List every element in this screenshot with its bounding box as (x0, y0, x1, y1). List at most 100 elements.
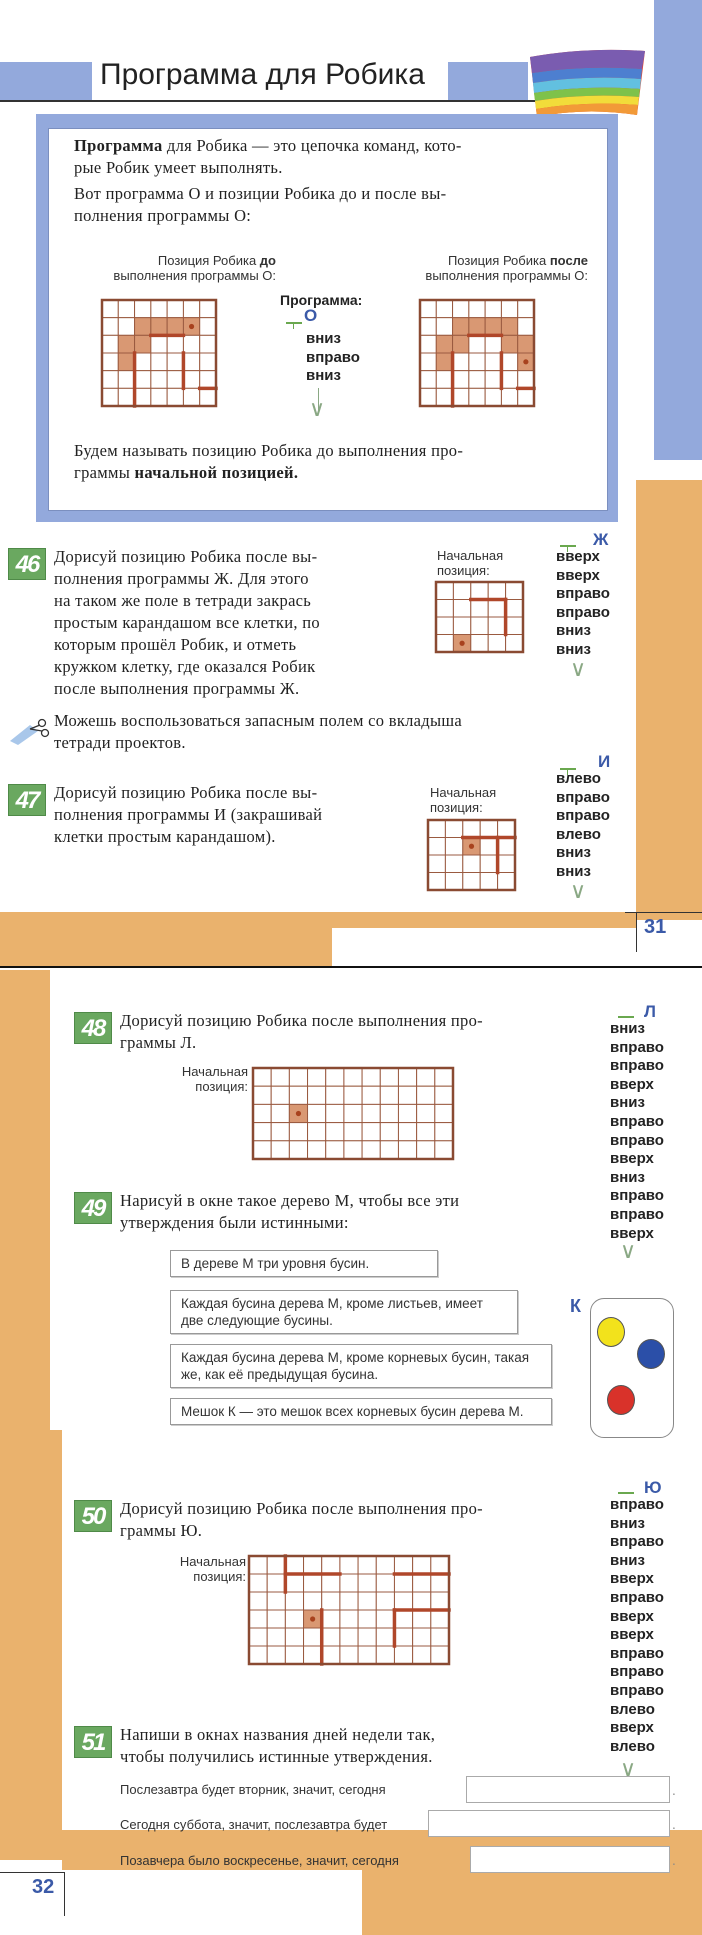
program-command: вверх (610, 1626, 654, 1644)
grid-cell-filled (150, 317, 168, 336)
program-command: вверх (610, 1570, 654, 1588)
grid-cell (452, 370, 470, 389)
grid-cell (321, 1591, 341, 1611)
grid-cell (419, 370, 437, 389)
grid-cell (393, 1627, 414, 1647)
program-start-tick (293, 322, 294, 329)
grid-cell (101, 299, 119, 319)
grid-cell (307, 1140, 327, 1160)
task-47-text: Дорисуй позицию Робика после вы-полнения… (54, 782, 429, 848)
grid-after-program-o (418, 298, 536, 408)
robot-marker (188, 323, 195, 330)
text-line: клетки простым карандашом). (54, 827, 276, 846)
grid-cell (101, 370, 119, 389)
start-position-label: Начальная позиция: (430, 785, 497, 815)
program-command: вправо (610, 1057, 664, 1075)
grid-cell (266, 1645, 286, 1665)
grid-cell (325, 1103, 345, 1124)
program-start-tick (286, 322, 302, 324)
grid-cell (435, 387, 454, 407)
arrow-down-icon: ∨ (570, 657, 587, 682)
grid-cell (419, 317, 437, 336)
grid-cell (325, 1085, 345, 1105)
program-command: вправо (306, 348, 360, 366)
grid-cell (505, 599, 524, 618)
grid-cell (303, 1573, 323, 1593)
answer-input-1[interactable] (466, 1776, 670, 1803)
grid-cell (166, 334, 184, 354)
bag-k[interactable] (590, 1298, 674, 1438)
arrow-down-icon: ∨ (620, 1239, 637, 1264)
grid-cell (303, 1645, 323, 1665)
grid-cell (284, 1609, 305, 1629)
rainbow-icon (530, 49, 645, 117)
grid-cell (325, 1067, 345, 1087)
grid-cell (487, 599, 507, 618)
grid-cell (412, 1645, 432, 1665)
program-name: Ж (593, 530, 609, 549)
bead-blue (637, 1339, 665, 1369)
grid-cell (435, 317, 454, 336)
grid-task-48 (251, 1066, 455, 1161)
grid-cell (452, 299, 470, 319)
program-command: вправо (556, 788, 610, 806)
grid-cell (252, 1140, 272, 1160)
grid-cell (117, 387, 136, 407)
grid-cell (375, 1609, 395, 1629)
grid-cell (339, 1555, 359, 1575)
grid-cell (321, 1645, 341, 1665)
grid-cell (270, 1122, 290, 1142)
grid-cell (427, 854, 446, 873)
program-command: влево (556, 825, 601, 843)
grid-cell (307, 1103, 327, 1124)
grid-cell (479, 872, 499, 891)
bag-label: К (570, 1296, 581, 1316)
grid-cell (288, 1085, 309, 1105)
grid-cell (182, 334, 201, 354)
after-position-label: Позиция Робика после выполнения программ… (425, 253, 588, 283)
grid-cell (435, 634, 454, 653)
program-name: Л (644, 1002, 656, 1021)
page-number-rule (64, 1872, 65, 1916)
grid-cell (479, 837, 499, 856)
grid-cell (462, 854, 481, 873)
answer-input-3[interactable] (470, 1846, 670, 1873)
program-command: вверх (610, 1075, 654, 1093)
grid-cell (339, 1609, 359, 1629)
grid-cell (134, 352, 152, 372)
grid-cell (434, 1103, 454, 1124)
grid-cell (199, 334, 217, 354)
text-line: полнения программы И (закрашивай (54, 805, 323, 824)
grid-cell (462, 872, 481, 891)
program-command: вниз (556, 622, 591, 640)
grid-cell (416, 1122, 436, 1142)
grid-cell (427, 837, 446, 856)
decor-orange-strip (636, 480, 702, 920)
arrow-down-icon: ∨ (570, 879, 587, 904)
grid-cell (393, 1609, 414, 1629)
answer-input-2[interactable] (428, 1810, 670, 1837)
decor-title-bar (448, 62, 528, 100)
grid-cell (435, 599, 454, 618)
grid-cell-filled (500, 317, 519, 336)
grid-cell (270, 1085, 290, 1105)
grid-cell (412, 1627, 432, 1647)
grid-cell (430, 1627, 450, 1647)
grid-cell (427, 819, 446, 838)
grid-cell (484, 370, 502, 389)
grid-cell (444, 837, 464, 856)
grid-cell-filled (117, 334, 136, 354)
start-position-label: Начальная позиция: (437, 548, 504, 578)
grid-cell (248, 1555, 268, 1575)
grid-cell (479, 819, 499, 838)
bead-yellow (597, 1317, 625, 1347)
answer-label: Сегодня суббота, значит, послезавтра буд… (120, 1817, 388, 1832)
grid-cell (500, 387, 519, 407)
program-command: вверх (556, 566, 600, 584)
task-48-text: Дорисуй позицию Робика после выполнения … (120, 1011, 483, 1052)
grid-cell (303, 1555, 323, 1575)
grid-cell (101, 334, 119, 354)
grid-cell (325, 1140, 345, 1160)
grid-cell (517, 317, 535, 336)
grid-cell (199, 370, 217, 389)
